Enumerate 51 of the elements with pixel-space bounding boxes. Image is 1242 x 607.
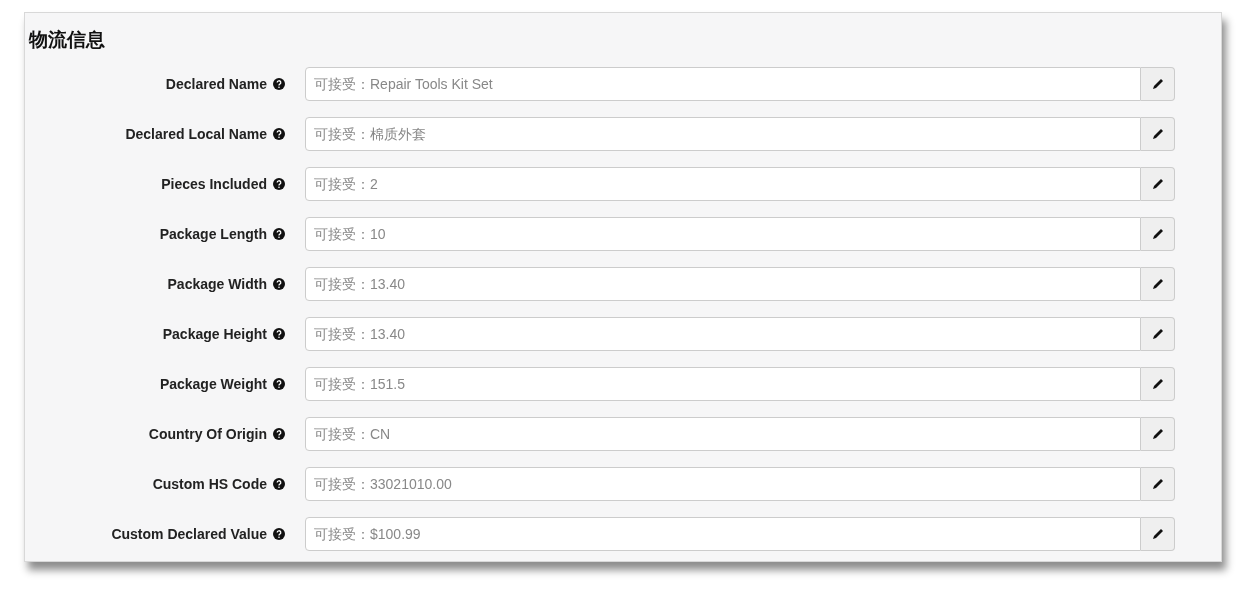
field-label: Package Weight — [159, 374, 267, 394]
pencil-icon — [1150, 77, 1165, 91]
text-field[interactable]: 可接受：13.40 — [305, 267, 1141, 301]
pencil-icon — [1150, 477, 1165, 491]
edit-button[interactable] — [1141, 217, 1175, 251]
edit-button[interactable] — [1141, 467, 1175, 501]
field-label: Package Height — [162, 324, 267, 344]
edit-button[interactable] — [1141, 117, 1175, 151]
pencil-icon — [1150, 227, 1165, 241]
edit-button[interactable] — [1141, 267, 1175, 301]
help-icon[interactable] — [273, 78, 285, 90]
pencil-icon — [1150, 127, 1165, 141]
edit-button[interactable] — [1141, 317, 1175, 351]
help-icon[interactable] — [273, 128, 285, 140]
text-field[interactable]: 可接受：33021010.00 — [305, 467, 1141, 501]
help-icon[interactable] — [273, 428, 285, 440]
edit-button[interactable] — [1141, 167, 1175, 201]
text-field[interactable]: 可接受：10 — [305, 217, 1141, 251]
help-icon[interactable] — [273, 328, 285, 340]
pencil-icon — [1150, 327, 1165, 341]
text-field[interactable]: 可接受：CN — [305, 417, 1141, 451]
help-icon[interactable] — [273, 528, 285, 540]
help-icon[interactable] — [273, 278, 285, 290]
pencil-icon — [1150, 527, 1165, 541]
edit-button[interactable] — [1141, 417, 1175, 451]
help-icon[interactable] — [273, 378, 285, 390]
field-label: Package Length — [159, 224, 267, 244]
pencil-icon — [1150, 427, 1165, 441]
text-field[interactable]: 可接受：151.5 — [305, 367, 1141, 401]
field-label: Country Of Origin — [148, 424, 267, 444]
text-field[interactable]: 可接受：棉质外套 — [305, 117, 1141, 151]
field-label: Pieces Included — [161, 174, 267, 194]
pencil-icon — [1150, 277, 1165, 291]
help-icon[interactable] — [273, 228, 285, 240]
pencil-icon — [1150, 177, 1165, 191]
edit-button[interactable] — [1141, 517, 1175, 551]
field-label: Custom HS Code — [152, 474, 267, 494]
edit-button[interactable] — [1141, 67, 1175, 101]
help-icon[interactable] — [273, 178, 285, 190]
text-field[interactable]: 可接受：13.40 — [305, 317, 1141, 351]
pencil-icon — [1150, 377, 1165, 391]
text-field[interactable]: 可接受：2 — [305, 167, 1141, 201]
section-title: 物流信息 — [27, 28, 105, 52]
field-label: Declared Local Name — [125, 124, 267, 144]
edit-button[interactable] — [1141, 367, 1175, 401]
field-label: Package Width — [167, 274, 267, 294]
text-field[interactable]: 可接受：$100.99 — [305, 517, 1141, 551]
text-field[interactable]: 可接受：Repair Tools Kit Set — [305, 67, 1141, 101]
field-label: Declared Name — [165, 74, 267, 94]
help-icon[interactable] — [273, 478, 285, 490]
field-label: Custom Declared Value — [111, 524, 267, 544]
